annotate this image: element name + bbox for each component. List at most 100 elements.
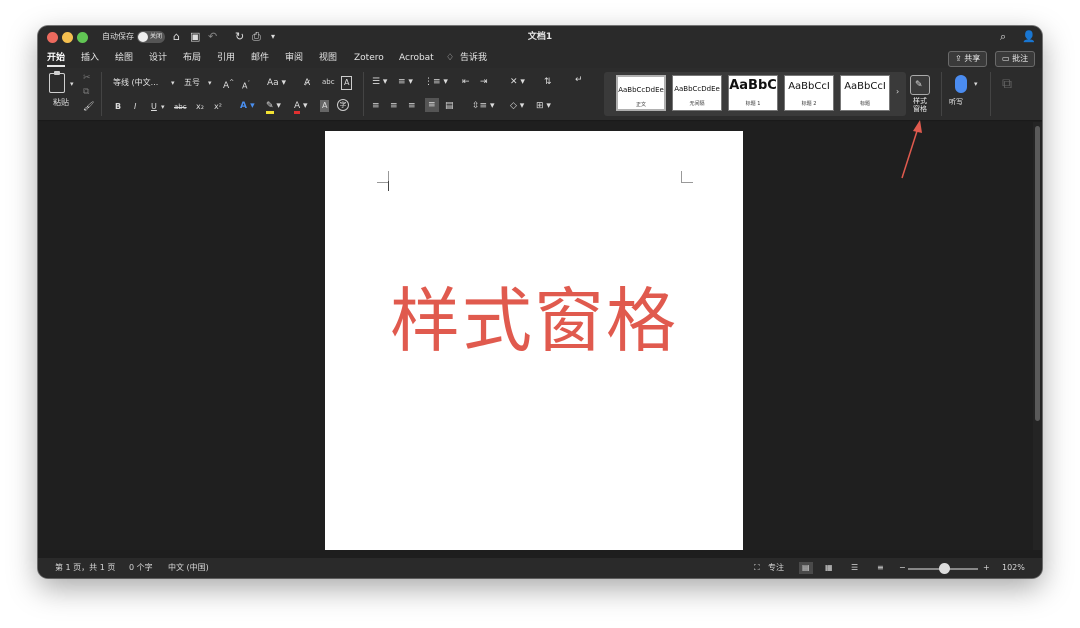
gallery-more-icon[interactable]: › (896, 86, 899, 98)
phonetic-guide-icon[interactable]: abc (322, 76, 335, 88)
tab-tell-me[interactable]: 告诉我 (460, 51, 487, 65)
paste-label[interactable]: 粘贴 (53, 97, 69, 109)
tab-review[interactable]: 审阅 (285, 51, 303, 65)
styles-pane-icon[interactable]: ✎ (910, 75, 930, 95)
subscript-button[interactable]: x₂ (196, 101, 204, 113)
text-effects-icon[interactable]: A ▾ (240, 100, 255, 112)
search-icon[interactable]: ⌕ (1000, 30, 1006, 44)
font-size-select[interactable]: 五号 (184, 76, 200, 90)
decrease-indent-icon[interactable]: ⇤ (462, 76, 470, 88)
print-layout-icon[interactable]: ▤ (799, 562, 813, 574)
style-name: 正文 (635, 102, 646, 108)
tab-insert[interactable]: 插入 (81, 51, 99, 65)
status-bar: 第 1 页，共 1 页 0 个字 中文 (中国) ⛶ 专注 ▤ ▦ ☰ ≡ − … (38, 558, 1042, 578)
style-no-spacing[interactable]: AaBbCcDdEe 无间隔 (672, 75, 722, 111)
justify-icon[interactable]: ≡ (425, 98, 439, 112)
paste-icon[interactable] (49, 71, 65, 93)
borders-icon[interactable]: ⊞ ▾ (536, 100, 551, 112)
show-marks-icon[interactable]: ↵ (575, 74, 583, 86)
font-size-dropdown-icon[interactable]: ▾ (208, 77, 212, 89)
ribbon-tabs: 开始 插入 绘图 设计 布局 引用 邮件 审阅 视图 Zotero Acroba… (38, 48, 1042, 68)
web-layout-icon[interactable]: ▦ (825, 562, 833, 574)
format-painter-icon[interactable]: 🖌 (83, 101, 94, 113)
sort-icon[interactable]: ⇅ (544, 76, 552, 88)
style-heading-2[interactable]: AaBbCcI 标题 2 (784, 75, 834, 111)
focus-label[interactable]: 专注 (768, 562, 784, 574)
document-content-text: 样式窗格 (390, 280, 678, 362)
tab-layout[interactable]: 布局 (183, 51, 201, 65)
document-page[interactable]: 样式窗格 (325, 131, 743, 550)
tab-zotero[interactable]: Zotero (354, 51, 384, 65)
font-name-select[interactable]: 等线 (中文... (113, 76, 158, 90)
enclose-char-icon[interactable]: 字 (337, 99, 349, 111)
ribbon-separator (363, 72, 364, 116)
paste-dropdown-icon[interactable]: ▾ (70, 78, 74, 90)
zoom-level[interactable]: 102% (1002, 562, 1025, 574)
highlight-icon[interactable]: ✎ ▾ (266, 100, 281, 114)
asian-layout-icon[interactable]: ✕ ▾ (510, 76, 525, 88)
increase-indent-icon[interactable]: ⇥ (480, 76, 488, 88)
sensitivity-icon[interactable]: ⧉ (1002, 77, 1012, 91)
font-name-dropdown-icon[interactable]: ▾ (171, 77, 175, 89)
char-shading-icon[interactable]: A (320, 100, 330, 112)
style-sample: AaBbCcI (844, 81, 886, 92)
style-name: 标题 (859, 101, 870, 107)
tab-home[interactable]: 开始 (47, 51, 65, 65)
align-left-icon[interactable]: ≡ (372, 100, 380, 112)
zoom-out-icon[interactable]: − (899, 562, 906, 574)
tab-references[interactable]: 引用 (217, 51, 235, 65)
clear-format-icon[interactable]: A̷ (304, 77, 310, 89)
zoom-in-icon[interactable]: + (983, 562, 990, 574)
bullets-icon[interactable]: ☰ ▾ (372, 76, 387, 88)
account-icon[interactable]: 👤 (1022, 30, 1036, 44)
tab-mailings[interactable]: 邮件 (251, 51, 269, 65)
microphone-icon[interactable] (955, 75, 967, 93)
page-count[interactable]: 第 1 页，共 1 页 (55, 562, 115, 574)
tab-design[interactable]: 设计 (149, 51, 167, 65)
bold-button[interactable]: B (115, 101, 121, 113)
tab-acrobat[interactable]: Acrobat (399, 51, 434, 65)
grow-font-icon[interactable]: A^ (223, 77, 234, 92)
distributed-icon[interactable]: ▤ (445, 100, 454, 112)
focus-icon[interactable]: ⛶ (754, 562, 760, 574)
outline-view-icon[interactable]: ☰ (851, 562, 858, 574)
style-heading-1[interactable]: AaBbC 标题 1 (728, 75, 778, 111)
style-title[interactable]: AaBbCcI 标题 (840, 75, 890, 111)
dictate-label[interactable]: 听写 (949, 98, 963, 106)
char-border-icon[interactable]: A (341, 76, 353, 90)
line-spacing-icon[interactable]: ⇳≡ ▾ (472, 100, 494, 112)
style-name: 标题 2 (801, 101, 817, 107)
styles-pane-label[interactable]: 样式 窗格 (904, 97, 936, 113)
underline-dropdown-icon[interactable]: ▾ (161, 101, 165, 113)
comments-button[interactable]: ▭ 批注 (995, 51, 1036, 67)
language-status[interactable]: 中文 (中国) (168, 562, 209, 574)
italic-button[interactable]: I (134, 101, 136, 113)
title-bar: 自动保存 关闭 ⌂ ▣ ↶ ↻ ⎙ ▾ 文档1 ⌕ 👤 (38, 26, 1042, 48)
share-label: 共享 (964, 54, 981, 63)
tab-view[interactable]: 视图 (319, 51, 337, 65)
multilevel-list-icon[interactable]: ⋮≡ ▾ (424, 76, 448, 88)
copy-icon[interactable]: ⧉ (83, 86, 89, 98)
underline-button[interactable]: U (151, 101, 157, 113)
zoom-slider-knob[interactable] (939, 563, 950, 574)
cut-icon[interactable]: ✂ (83, 72, 91, 84)
style-normal[interactable]: AaBbCcDdEe 正文 (616, 75, 666, 111)
align-center-icon[interactable]: ≡ (390, 100, 398, 112)
strikethrough-button[interactable]: abc (174, 101, 187, 113)
style-name: 标题 1 (745, 101, 761, 107)
draft-view-icon[interactable]: ≡ (877, 562, 884, 574)
shading-icon[interactable]: ◇ ▾ (510, 100, 524, 112)
share-button[interactable]: ⇪ 共享 (948, 51, 988, 67)
change-case-icon[interactable]: Aa ▾ (267, 77, 286, 89)
vertical-scrollbar[interactable] (1033, 122, 1042, 550)
scrollbar-thumb[interactable] (1035, 126, 1040, 421)
superscript-button[interactable]: x² (214, 101, 222, 113)
shrink-font-icon[interactable]: Aˇ (242, 78, 250, 93)
style-sample: AaBbCcDdEe (674, 85, 720, 93)
word-count[interactable]: 0 个字 (129, 562, 153, 574)
numbering-icon[interactable]: ≡ ▾ (398, 76, 413, 88)
align-right-icon[interactable]: ≡ (408, 100, 416, 112)
tab-draw[interactable]: 绘图 (115, 51, 133, 65)
dictate-dropdown-icon[interactable]: ▾ (974, 78, 978, 90)
font-color-icon[interactable]: A ▾ (294, 100, 308, 114)
